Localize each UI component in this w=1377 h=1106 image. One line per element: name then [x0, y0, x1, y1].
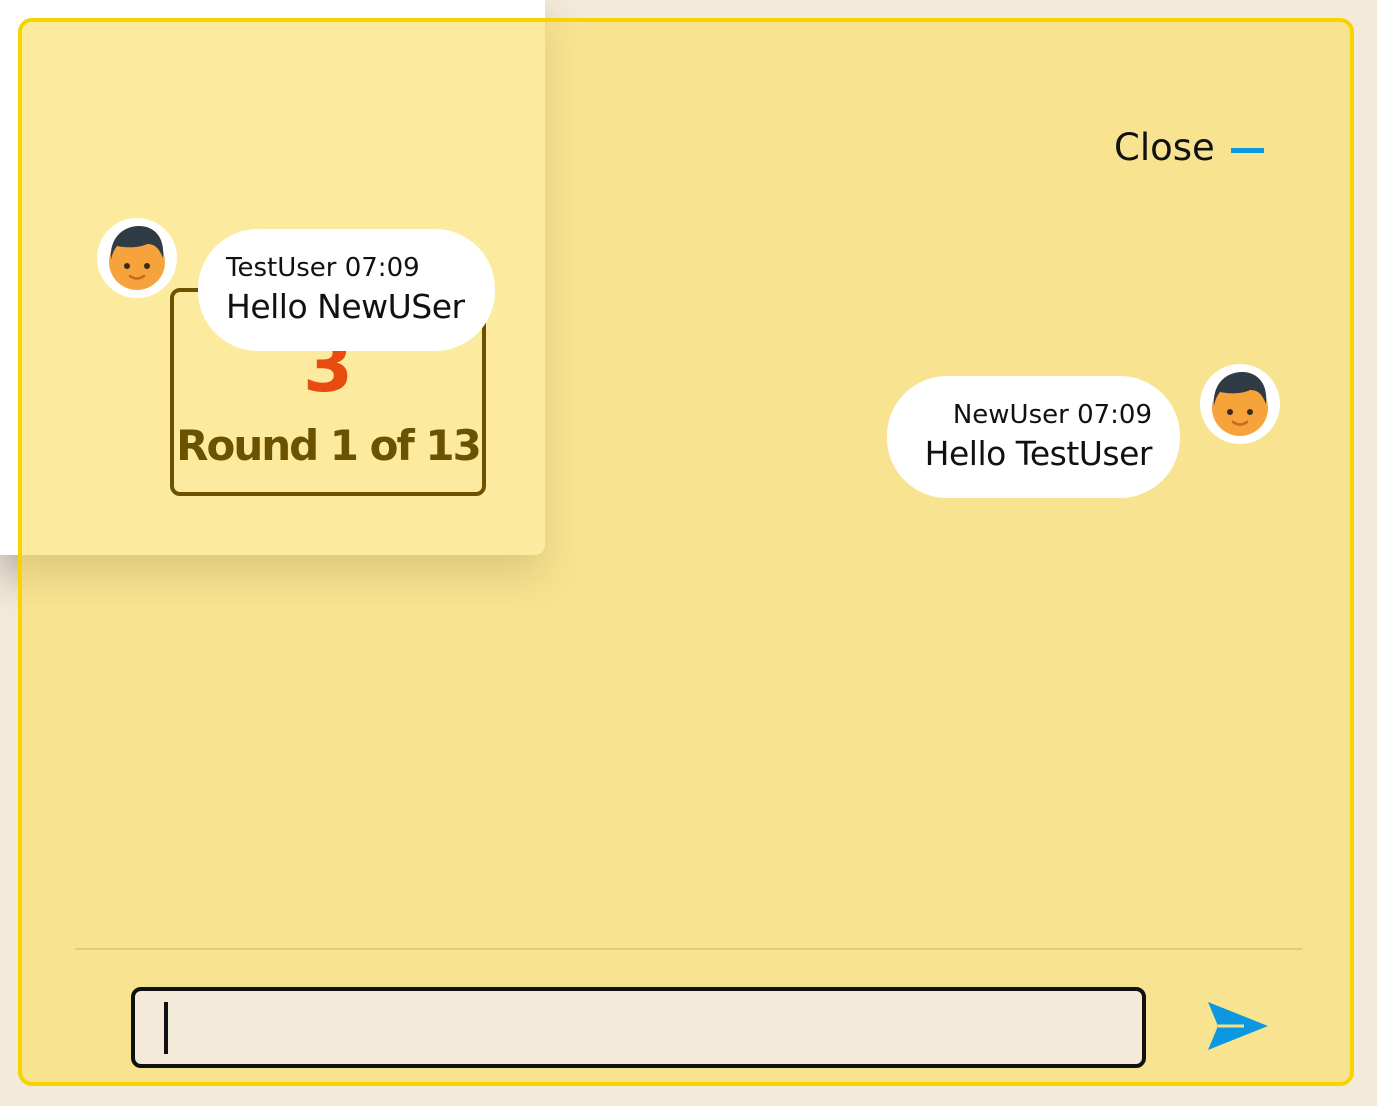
message-meta: NewUser 07:09 [952, 400, 1152, 430]
minus-icon [1230, 147, 1264, 153]
user-avatar-icon [109, 226, 165, 290]
input-divider [75, 948, 1302, 950]
chat-message-outgoing: NewUser 07:09 Hello TestUser [887, 376, 1180, 498]
text-caret [164, 1002, 168, 1054]
message-meta: TestUser 07:09 [226, 253, 420, 283]
chat-message-incoming: TestUser 07:09 Hello NewUSer [198, 229, 495, 351]
round-label: Round 1 of 13 [176, 421, 482, 470]
message-text: Hello TestUser [924, 434, 1153, 473]
close-chat-button[interactable]: Close [1114, 124, 1264, 170]
chat-panel [18, 18, 1354, 1086]
message-text: Hello NewUSer [226, 287, 465, 326]
avatar [97, 218, 177, 298]
user-avatar-icon [1212, 372, 1268, 436]
message-input[interactable] [131, 987, 1146, 1068]
send-arrow-icon [1208, 1002, 1268, 1050]
close-label: Close [1114, 125, 1215, 169]
send-button[interactable] [1204, 998, 1270, 1054]
avatar [1200, 364, 1280, 444]
